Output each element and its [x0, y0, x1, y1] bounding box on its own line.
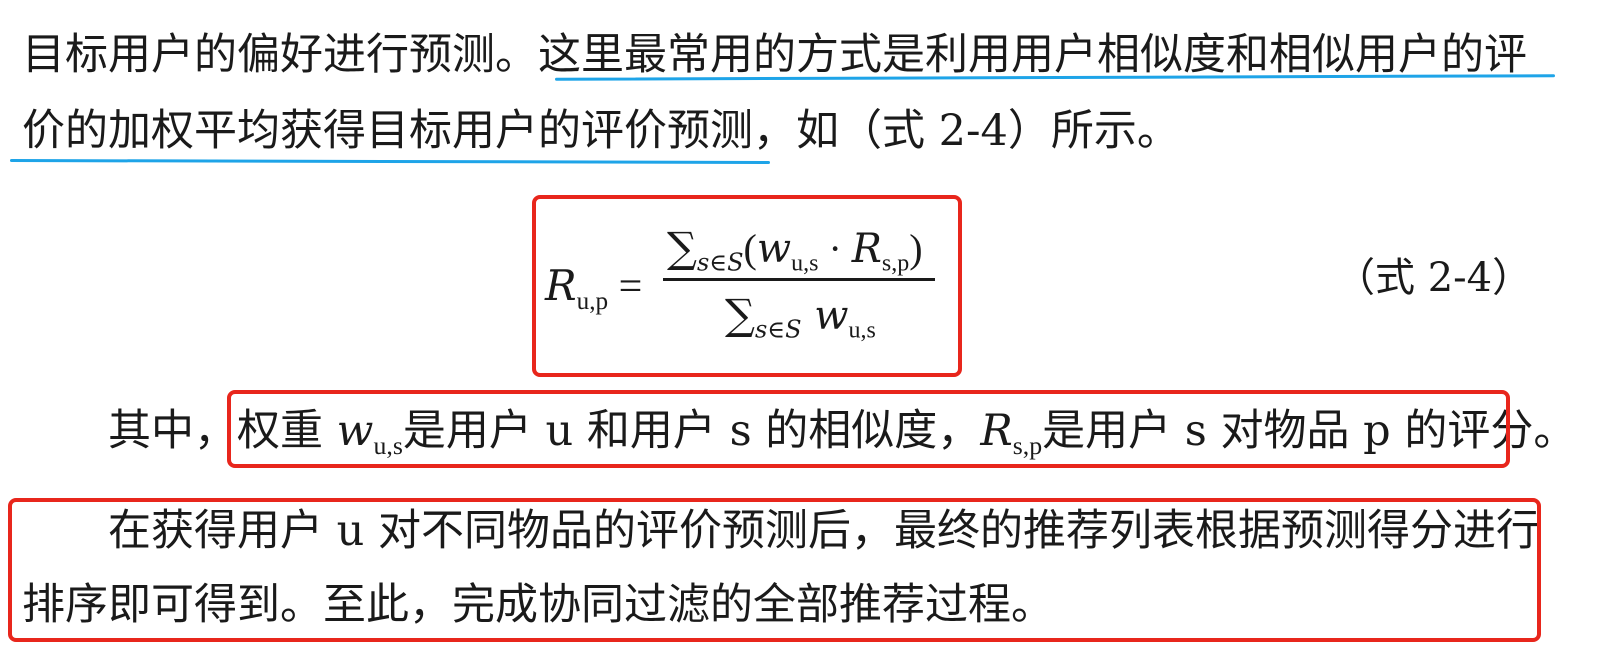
- paragraph1-line1-underlined: 这里最常用的方式是利用用户相似度和相似用户的评: [538, 30, 1527, 80]
- blue-underline-2: [9, 159, 771, 164]
- red-box-paragraph2: [227, 390, 1510, 468]
- paragraph1-line2: 价的加权平均获得目标用户的评价预测，如（式 2-4）所示。: [22, 110, 1180, 153]
- paragraph1-line2-plain: 如（式 2-4）所示。: [796, 106, 1180, 156]
- paragraph1-line1: 目标用户的偏好进行预测。这里最常用的方式是利用用户相似度和相似用户的评: [22, 34, 1527, 77]
- red-box-paragraph3: [8, 498, 1541, 642]
- paragraph2-prefix: 其中，: [108, 406, 237, 456]
- paragraph1-line2-underlined: 价的加权平均获得目标用户的评价预测，: [22, 106, 796, 156]
- red-box-equation: [532, 195, 962, 377]
- paragraph1-line1-plain: 目标用户的偏好进行预测。: [22, 30, 538, 80]
- equation-number: （式 2-4）: [1335, 255, 1533, 301]
- document-page: { "paragraph1": { "line1_plain": "目标用户的偏…: [0, 0, 1622, 672]
- paragraph2-suffix: 。: [1533, 406, 1577, 456]
